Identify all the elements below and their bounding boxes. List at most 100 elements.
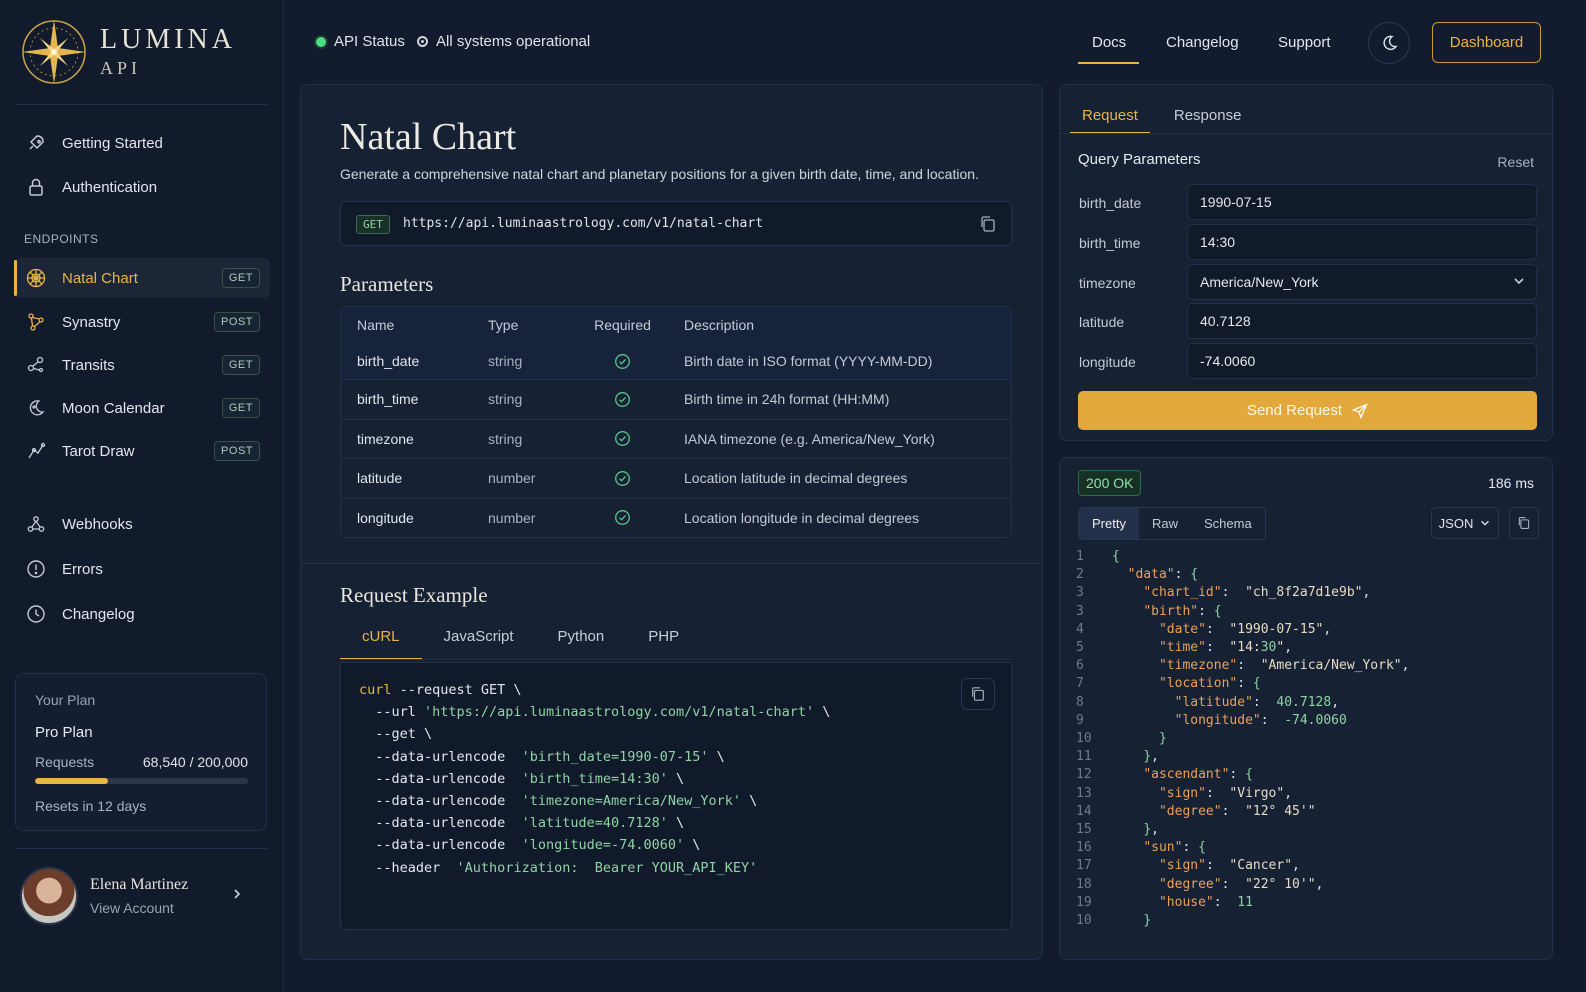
field-label: timezone	[1079, 275, 1136, 291]
code-text: "sun": {	[1143, 840, 1206, 856]
sidebar-item-errors[interactable]: Errors	[14, 549, 270, 589]
line-number: 2	[1076, 567, 1084, 583]
code-line: 2 "data": {	[1076, 566, 1409, 584]
line-number: 15	[1076, 822, 1092, 838]
code-token: --header	[359, 859, 457, 876]
user-account[interactable]: Elena Martinez View Account	[20, 867, 250, 925]
compass-star-icon	[22, 20, 86, 84]
usage-progress-bar	[35, 778, 248, 784]
tab-javascript[interactable]: JavaScript	[422, 623, 536, 660]
view-raw[interactable]: Raw	[1139, 508, 1191, 539]
response-time: 186 ms	[1488, 475, 1534, 491]
topnav-changelog[interactable]: Changelog	[1166, 34, 1239, 51]
code-line: 19 "house": 11	[1076, 894, 1409, 912]
column-header: Required	[594, 317, 651, 333]
code-line: 5 "time": "14:30",	[1076, 639, 1409, 657]
code-token: 'Authorization: Bearer YOUR_API_KEY'	[456, 859, 758, 876]
code-text: "location": {	[1158, 676, 1261, 692]
dashboard-button[interactable]: Dashboard	[1432, 22, 1541, 63]
view-pretty[interactable]: Pretty	[1079, 508, 1139, 539]
sidebar-item-transits[interactable]: Transits GET	[14, 345, 270, 385]
sidebar-item-label: Webhooks	[62, 515, 133, 533]
copy-code-button[interactable]	[961, 678, 995, 710]
sidebar-item-webhooks[interactable]: Webhooks	[14, 504, 270, 544]
code-text: "sign": "Virgo",	[1158, 785, 1293, 801]
reset-button[interactable]: Reset	[1497, 154, 1534, 170]
required-check-icon	[578, 470, 667, 487]
sidebar-item-getting-started[interactable]: Getting Started	[14, 123, 270, 163]
copy-response-button[interactable]	[1509, 507, 1539, 539]
form-row-birth-time: birth_time	[1060, 224, 1554, 264]
tab-response[interactable]: Response	[1162, 99, 1254, 134]
code-example: curl --request GET \ --url 'https://api.…	[340, 662, 1012, 930]
code-token: 'latitude=40.7128'	[521, 815, 668, 832]
column-header: Type	[488, 317, 519, 333]
timezone-select[interactable]	[1187, 264, 1537, 300]
requests-count: 68,540 / 200,000	[143, 754, 248, 770]
constellation-icon	[26, 312, 46, 332]
latitude-input[interactable]	[1187, 303, 1537, 339]
code-token: --get \	[359, 726, 433, 743]
logo[interactable]: LUMINA API	[20, 18, 236, 86]
divider	[16, 104, 267, 105]
code-text: }	[1158, 731, 1167, 747]
sidebar-item-moon-calendar[interactable]: Moon Calendar GET	[14, 388, 270, 428]
field-label: birth_time	[1079, 235, 1141, 251]
birth-time-input[interactable]	[1187, 224, 1537, 260]
plan-reset-text: Resets in 12 days	[35, 798, 147, 814]
sidebar-item-changelog[interactable]: Changelog	[14, 594, 270, 634]
copy-icon[interactable]	[979, 215, 997, 238]
request-example-heading: Request Example	[340, 583, 488, 607]
table-row: latitude number Location latitude in decim…	[341, 458, 1011, 498]
column-header: Description	[684, 317, 755, 333]
view-account-link[interactable]: View Account	[90, 900, 188, 916]
send-request-button[interactable]: Send Request	[1078, 391, 1537, 430]
sidebar-item-authentication[interactable]: Authentication	[14, 167, 270, 207]
code-line: 16 "sun": {	[1076, 839, 1409, 857]
code-line: 6 "timezone": "America/New_York",	[1076, 657, 1409, 675]
response-view-switch: Pretty Raw Schema	[1078, 507, 1266, 540]
tab-curl[interactable]: cURL	[340, 623, 422, 660]
sidebar-item-label: Errors	[62, 560, 103, 578]
parameters-heading: Parameters	[340, 272, 434, 296]
code-text: }	[1143, 913, 1152, 929]
code-token: 'longitude=-74.0060'	[521, 837, 685, 854]
sidebar-item-synastry[interactable]: Synastry POST	[14, 302, 270, 342]
tab-request[interactable]: Request	[1070, 99, 1150, 134]
topnav-support[interactable]: Support	[1278, 34, 1331, 51]
code-text: "data": {	[1127, 567, 1199, 583]
copy-icon	[972, 687, 984, 701]
alert-circle-icon	[26, 559, 46, 579]
theme-toggle-button[interactable]	[1368, 22, 1410, 64]
format-select[interactable]: JSON	[1431, 507, 1499, 539]
line-number: 14	[1076, 803, 1092, 819]
line-number: 7	[1076, 676, 1084, 692]
clock-icon	[26, 604, 46, 624]
line-number: 6	[1076, 658, 1084, 674]
required-check-icon	[578, 353, 667, 370]
user-name: Elena Martinez	[90, 876, 189, 893]
topnav-docs[interactable]: Docs	[1092, 34, 1126, 51]
code-line: 7 "location": {	[1076, 675, 1409, 693]
code-token: --url	[359, 704, 425, 721]
zodiac-wheel-icon	[26, 268, 46, 288]
method-badge: GET	[221, 398, 260, 418]
sidebar-item-natal-chart[interactable]: Natal Chart GET	[14, 258, 270, 298]
code-text: "timezone": "America/New_York",	[1158, 658, 1410, 674]
divider	[16, 848, 267, 849]
endpoint-url[interactable]: https://api.luminaastrology.com/v1/natal…	[403, 216, 763, 231]
sidebar-item-tarot-draw[interactable]: Tarot Draw POST	[14, 431, 270, 471]
param-type: string	[488, 430, 523, 447]
tab-php[interactable]: PHP	[626, 623, 701, 660]
sidebar-item-label: Changelog	[62, 605, 135, 623]
code-token: --data-urlencode	[359, 837, 522, 854]
code-token: \	[741, 793, 758, 810]
param-type: string	[488, 353, 523, 369]
birth-date-input[interactable]	[1187, 184, 1537, 220]
tab-python[interactable]: Python	[536, 623, 627, 660]
line-number: 9	[1076, 712, 1084, 728]
systems-status-label: All systems operational	[436, 33, 591, 50]
view-schema[interactable]: Schema	[1191, 508, 1265, 539]
chevron-right-icon[interactable]	[230, 887, 244, 906]
longitude-input[interactable]	[1187, 343, 1537, 379]
